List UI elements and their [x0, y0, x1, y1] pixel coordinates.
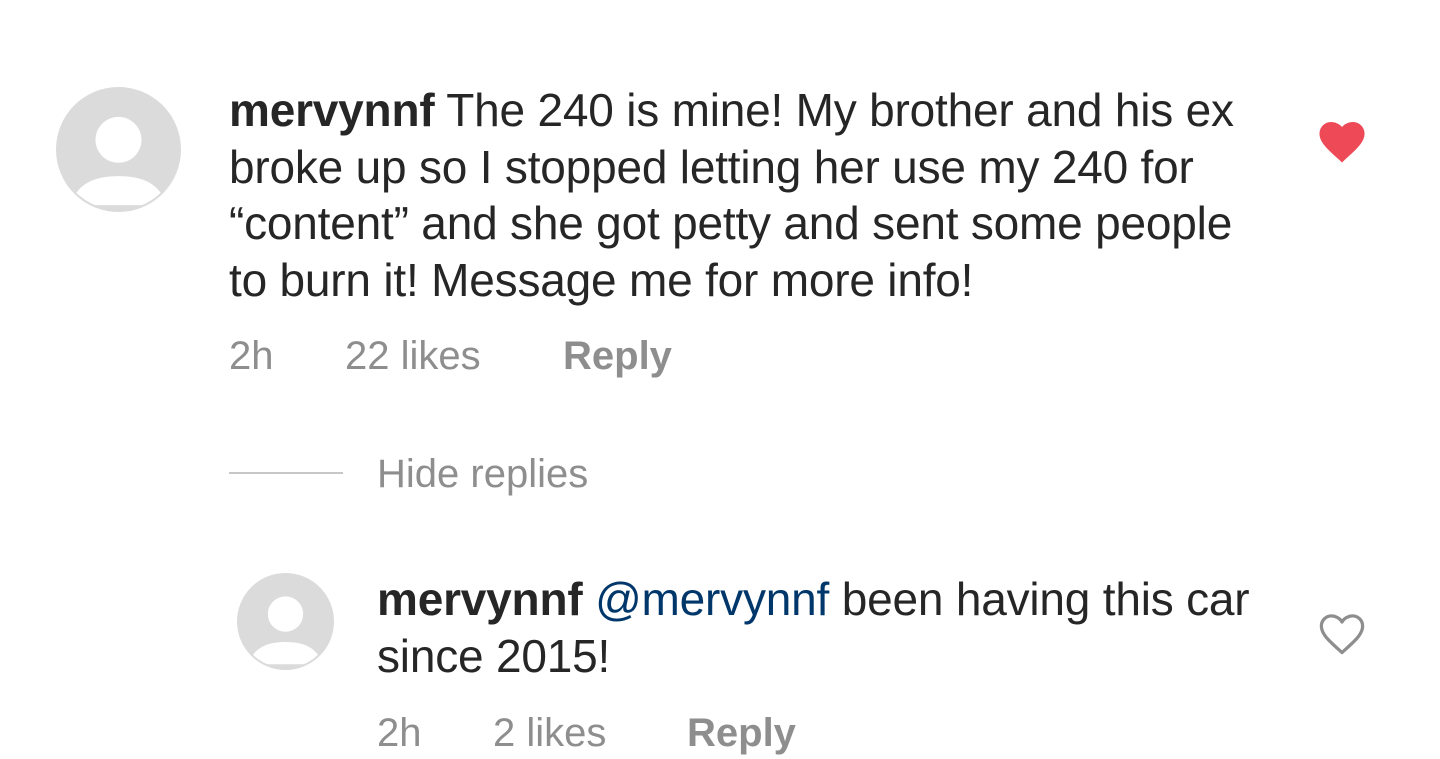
comment-meta: 2h 22 likes Reply — [229, 333, 829, 379]
reply-reply-button[interactable]: Reply — [687, 710, 796, 756]
reply-likes[interactable]: 2 likes — [493, 710, 606, 756]
default-avatar-icon — [239, 575, 332, 668]
hide-replies[interactable]: Hide replies — [229, 451, 649, 497]
hide-replies-button[interactable]: Hide replies — [377, 451, 588, 497]
reply-mention[interactable]: @mervynnf — [595, 573, 829, 625]
reply-time: 2h — [377, 711, 422, 755]
heart-outline-icon[interactable] — [1319, 614, 1365, 656]
reply-meta: 2h 2 likes Reply — [377, 710, 877, 756]
reply-button[interactable]: Reply — [563, 333, 672, 379]
reply-avatar[interactable] — [237, 573, 334, 670]
default-avatar-icon — [58, 89, 179, 210]
comment-username[interactable]: mervynnf — [229, 84, 435, 136]
avatar[interactable] — [56, 87, 181, 212]
comment-time: 2h — [229, 334, 274, 378]
heart-filled-icon[interactable] — [1319, 122, 1365, 164]
replies-divider — [229, 472, 343, 474]
reply-username[interactable]: mervynnf — [377, 573, 583, 625]
comment-text: mervynnf The 240 is mine! My brother and… — [229, 82, 1269, 308]
reply-text: mervynnf @mervynnf been having this car … — [377, 571, 1257, 684]
comment-likes[interactable]: 22 likes — [345, 333, 481, 379]
